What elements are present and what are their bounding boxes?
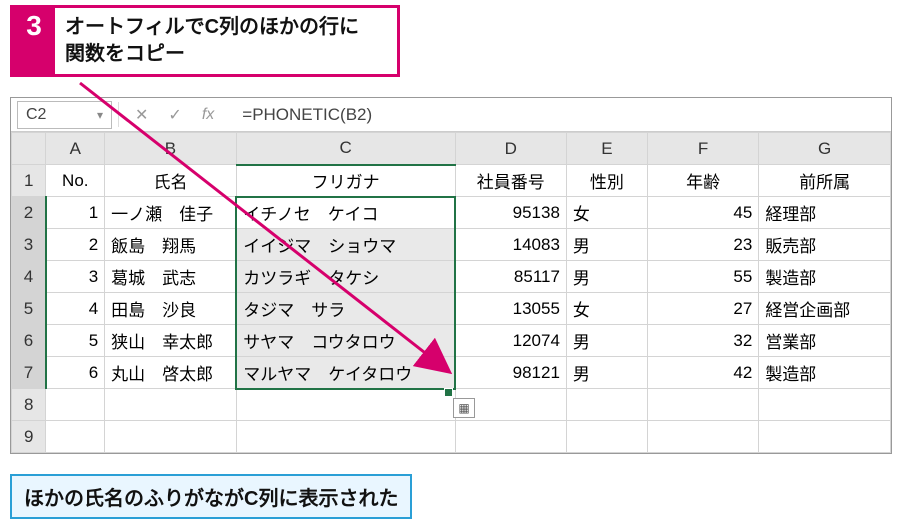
cell[interactable] [759,389,891,421]
cell[interactable]: 12074 [455,325,566,357]
cell[interactable]: 95138 [455,197,566,229]
autofill-options-icon[interactable]: ▦ [453,398,475,418]
fill-handle[interactable] [445,389,452,396]
callout-step-text: オートフィルでC列のほかの行に 関数をコピー [55,8,369,74]
cell[interactable]: 丸山 啓太郎 [105,357,237,389]
cell[interactable] [236,421,455,453]
formula-input[interactable]: =PHONETIC(B2) [224,105,891,125]
row-header-5[interactable]: 5 [12,293,46,325]
cell[interactable]: 6 [46,357,105,389]
cell[interactable] [455,421,566,453]
cell[interactable]: 98121 [455,357,566,389]
callout-step-number: 3 [13,8,55,74]
cell[interactable]: 85117 [455,261,566,293]
cell[interactable]: No. [46,165,105,197]
col-header-B[interactable]: B [105,133,237,165]
cell-active[interactable]: イチノセ ケイコ [236,197,455,229]
cell[interactable]: 男 [566,229,647,261]
name-box-dropdown-icon[interactable]: ▾ [97,108,103,122]
col-header-F[interactable]: F [647,133,758,165]
cell[interactable]: 45 [647,197,758,229]
cell[interactable]: 性別 [566,165,647,197]
cell[interactable]: 女 [566,197,647,229]
cell[interactable]: 経営企画部 [759,293,891,325]
row-header-1[interactable]: 1 [12,165,46,197]
cell[interactable]: 一ノ瀬 佳子 [105,197,237,229]
cell[interactable]: 前所属 [759,165,891,197]
name-box-value: C2 [26,106,46,124]
cell[interactable] [759,421,891,453]
cell[interactable]: 55 [647,261,758,293]
cell[interactable]: 23 [647,229,758,261]
cell[interactable]: 経理部 [759,197,891,229]
fx-button[interactable]: fx [192,106,224,124]
formula-bar: C2 ▾ ✕ ✓ fx =PHONETIC(B2) [11,98,891,132]
callout-result: ほかの氏名のふりがながC列に表示された [10,474,412,519]
cell[interactable]: 葛城 武志 [105,261,237,293]
cell[interactable]: 1 [46,197,105,229]
cell[interactable]: 製造部 [759,261,891,293]
cell[interactable]: 製造部 [759,357,891,389]
cell[interactable]: 14083 [455,229,566,261]
cell[interactable]: サヤマ コウタロウ [236,325,455,357]
cell[interactable]: イイジマ ショウマ [236,229,455,261]
callout-step-3: 3 オートフィルでC列のほかの行に 関数をコピー [10,5,400,77]
cell[interactable]: 32 [647,325,758,357]
cell[interactable]: 男 [566,261,647,293]
cell[interactable]: 氏名 [105,165,237,197]
cell[interactable]: 2 [46,229,105,261]
row-header-4[interactable]: 4 [12,261,46,293]
col-header-D[interactable]: D [455,133,566,165]
row-header-8[interactable]: 8 [12,389,46,421]
col-header-E[interactable]: E [566,133,647,165]
cell[interactable]: 4 [46,293,105,325]
cell[interactable] [105,421,237,453]
col-header-G[interactable]: G [759,133,891,165]
cell[interactable]: 男 [566,325,647,357]
cell[interactable]: 田島 沙良 [105,293,237,325]
cell[interactable]: 女 [566,293,647,325]
cell[interactable]: 飯島 翔馬 [105,229,237,261]
cell[interactable]: 販売部 [759,229,891,261]
row-header-7[interactable]: 7 [12,357,46,389]
cell[interactable] [566,389,647,421]
row-header-6[interactable]: 6 [12,325,46,357]
row-header-9[interactable]: 9 [12,421,46,453]
cell[interactable]: 社員番号 [455,165,566,197]
row-header-3[interactable]: 3 [12,229,46,261]
cell[interactable] [46,389,105,421]
cell[interactable] [647,389,758,421]
cell[interactable] [46,421,105,453]
cell[interactable]: カツラギ タケシ [236,261,455,293]
cell[interactable]: 年齢 [647,165,758,197]
cell[interactable]: フリガナ [236,165,455,197]
cell[interactable] [566,421,647,453]
cell[interactable]: 42 [647,357,758,389]
cell[interactable] [647,421,758,453]
cell[interactable]: 27 [647,293,758,325]
col-header-C[interactable]: C [236,133,455,165]
cell[interactable]: 狭山 幸太郎 [105,325,237,357]
cell[interactable]: 3 [46,261,105,293]
separator [118,102,119,127]
cell[interactable]: 13055 [455,293,566,325]
cell[interactable] [105,389,237,421]
worksheet-grid[interactable]: A B C D E F G 1 No. 氏名 フリガナ 社員番号 性別 年齢 前… [11,132,891,453]
row-header-2[interactable]: 2 [12,197,46,229]
cell[interactable]: 男 [566,357,647,389]
col-header-A[interactable]: A [46,133,105,165]
enter-button[interactable]: ✓ [158,105,191,125]
cell[interactable]: 営業部 [759,325,891,357]
select-all-cell[interactable] [12,133,46,165]
cancel-button[interactable]: ✕ [125,105,158,125]
cell[interactable] [236,389,455,421]
cell[interactable]: タジマ サラ [236,293,455,325]
spreadsheet: C2 ▾ ✕ ✓ fx =PHONETIC(B2) A B C D E F [10,97,892,454]
cell[interactable]: マルヤマ ケイタロウ [236,357,455,389]
cell[interactable]: 5 [46,325,105,357]
name-box[interactable]: C2 ▾ [17,101,112,129]
